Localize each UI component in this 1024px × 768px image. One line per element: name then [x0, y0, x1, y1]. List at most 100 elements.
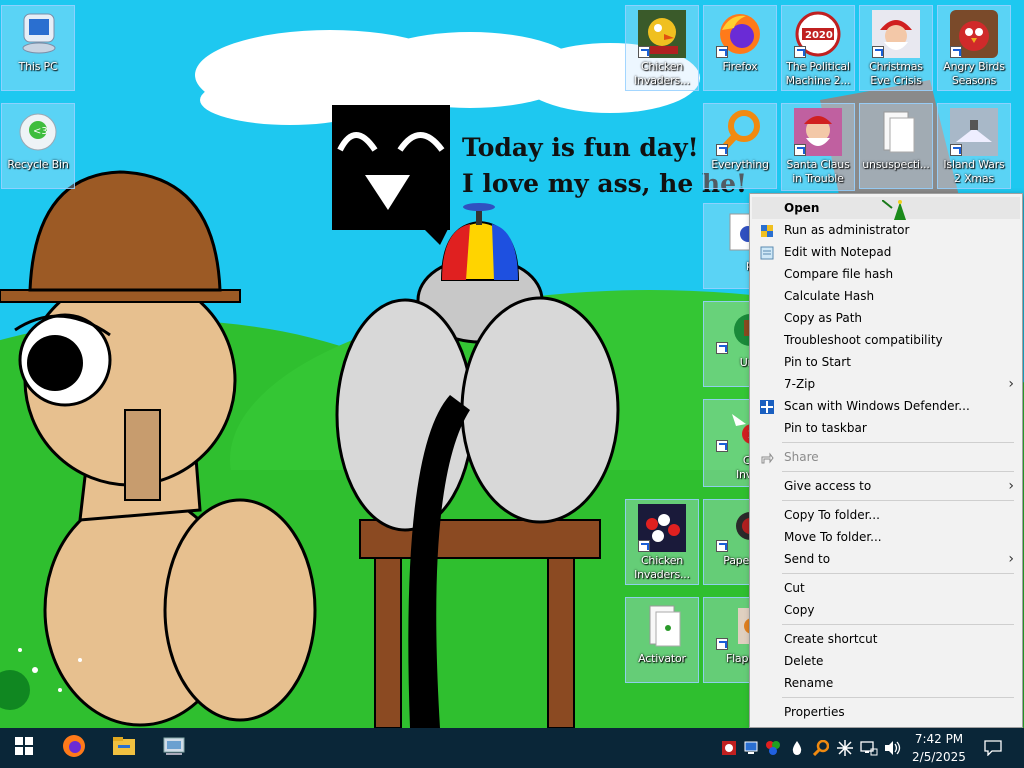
- shortcut-arrow-icon: [950, 144, 962, 156]
- desktop-icon-label: Angry Birds Seasons: [943, 60, 1005, 87]
- desktop-icon-island-wars[interactable]: Island Wars 2 Xmas: [937, 103, 1011, 189]
- shortcut-arrow-icon: [716, 638, 728, 650]
- desktop-icon-label: Christmas Eve Crisis: [869, 60, 923, 87]
- start-button[interactable]: [0, 728, 48, 768]
- desktop-icon-everything[interactable]: Everything: [703, 103, 777, 189]
- menu-item-label: Copy: [784, 603, 815, 617]
- submenu-arrow-icon: ›: [1008, 551, 1014, 567]
- submenu-arrow-icon: ›: [1008, 478, 1014, 494]
- menu-item-label: 7-Zip: [784, 377, 816, 391]
- menu-item-copy[interactable]: Copy: [752, 599, 1020, 621]
- search-tray-icon[interactable]: [812, 738, 830, 758]
- menu-item-cut[interactable]: Cut: [752, 577, 1020, 599]
- menu-item-pin-to-start[interactable]: Pin to Start: [752, 351, 1020, 373]
- menu-item-label: Open: [784, 201, 820, 215]
- menu-item-copy-as-path[interactable]: Copy as Path: [752, 307, 1020, 329]
- file-explorer-icon: [112, 735, 136, 761]
- volume-icon[interactable]: [884, 738, 902, 758]
- document-icon: [638, 602, 686, 650]
- menu-item-run-as-administrator[interactable]: Run as administrator: [752, 219, 1020, 241]
- colorful-tray-icon[interactable]: [764, 738, 782, 758]
- submenu-arrow-icon: ›: [1008, 376, 1014, 392]
- share-icon: [760, 450, 774, 464]
- menu-item-send-to[interactable]: Send to ›: [752, 548, 1020, 570]
- desktop-icon-firefox[interactable]: Firefox: [703, 5, 777, 91]
- menu-item-properties[interactable]: Properties: [752, 701, 1020, 723]
- shortcut-arrow-icon: [716, 342, 728, 354]
- menu-item-calculate-hash[interactable]: Calculate Hash: [752, 285, 1020, 307]
- desktop-icon-label: Santa Claus in Trouble: [786, 158, 850, 185]
- desktop-icon-label: The Political Machine 2...: [785, 60, 851, 87]
- menu-item-label: Share: [784, 450, 819, 464]
- island-wars-icon: [950, 108, 998, 156]
- menu-separator: [782, 442, 1014, 443]
- shortcut-arrow-icon: [716, 440, 728, 452]
- menu-item-label: Give access to: [784, 479, 872, 493]
- menu-item-label: Cut: [784, 581, 805, 595]
- menu-item-open[interactable]: Open: [752, 197, 1020, 220]
- menu-item-label: Pin to Start: [784, 355, 851, 369]
- desktop-icon-angry-birds[interactable]: Angry Birds Seasons: [937, 5, 1011, 91]
- menu-separator: [782, 573, 1014, 574]
- menu-separator: [782, 471, 1014, 472]
- start-icon: [15, 737, 33, 759]
- menu-item-label: Move To folder...: [784, 530, 882, 544]
- menu-item-label: Send to: [784, 552, 831, 566]
- droplet-tray-icon[interactable]: [788, 738, 806, 758]
- menu-item-label: Pin to taskbar: [784, 421, 867, 435]
- menu-item-edit-with-notepad[interactable]: Edit with Notepad: [752, 241, 1020, 263]
- desktop-icon-recycle-bin[interactable]: <3 Recycle Bin: [1, 103, 75, 189]
- menu-item-rename[interactable]: Rename: [752, 672, 1020, 694]
- notification-icon[interactable]: [982, 738, 1004, 758]
- desktop-icon-unsuspecting[interactable]: unsuspecti...: [859, 103, 933, 189]
- menu-item-delete[interactable]: Delete: [752, 650, 1020, 672]
- desktop-icon-label: Chicken Invaders...: [634, 554, 690, 581]
- desktop-icon-christmas-eve-crisis[interactable]: Christmas Eve Crisis: [859, 5, 933, 91]
- chicken-invaders-pool-icon: [638, 504, 686, 552]
- defender-tray-icon[interactable]: [720, 738, 738, 758]
- context-menu: Open Run as administrator Edit with Note…: [749, 193, 1023, 728]
- menu-item-share[interactable]: Share: [752, 446, 1020, 468]
- menu-item-create-shortcut[interactable]: Create shortcut: [752, 628, 1020, 650]
- desktop-icon-label: Activator: [638, 652, 686, 665]
- taskbar-control-panel[interactable]: [150, 728, 198, 768]
- taskbar-firefox[interactable]: [50, 728, 98, 768]
- desktop-icon-activator[interactable]: Activator: [625, 597, 699, 683]
- shortcut-arrow-icon: [716, 46, 728, 58]
- menu-item-label: Troubleshoot compatibility: [784, 333, 943, 347]
- desktop-icon-this-pc[interactable]: This PC: [1, 5, 75, 91]
- shortcut-arrow-icon: [638, 540, 650, 552]
- desktop-icon-chicken-invaders-pool[interactable]: Chicken Invaders...: [625, 499, 699, 585]
- desktop-icon-political-machine[interactable]: 2020 The Political Machine 2...: [781, 5, 855, 91]
- monitor-tray-icon[interactable]: [742, 738, 760, 758]
- menu-item-label: Properties: [784, 705, 845, 719]
- desktop-icon-santa-claus-in-trouble[interactable]: Santa Claus in Trouble: [781, 103, 855, 191]
- notepad-icon: [760, 245, 774, 260]
- desktop-icon-label: Firefox: [722, 60, 758, 73]
- santa-icon: [872, 10, 920, 58]
- menu-item-give-access-to[interactable]: Give access to ›: [752, 475, 1020, 497]
- menu-item-pin-to-taskbar[interactable]: Pin to taskbar: [752, 417, 1020, 439]
- svg-text:2020: 2020: [805, 30, 833, 41]
- menu-item-move-to-folder[interactable]: Move To folder...: [752, 526, 1020, 548]
- menu-item-scan-with-windows-defender[interactable]: Scan with Windows Defender...: [752, 395, 1020, 417]
- shortcut-arrow-icon: [716, 144, 728, 156]
- desktop-icon-chicken-invaders[interactable]: Chicken Invaders...: [625, 5, 699, 91]
- snowflake-tray-icon[interactable]: [836, 738, 854, 758]
- menu-item-7zip[interactable]: 7-Zip ›: [752, 373, 1020, 395]
- menu-item-compare-file-hash[interactable]: Compare file hash: [752, 263, 1020, 285]
- menu-item-label: Copy as Path: [784, 311, 863, 325]
- desktop-icon-label: Everything: [711, 158, 769, 171]
- network-icon[interactable]: [860, 738, 878, 758]
- menu-item-copy-to-folder[interactable]: Copy To folder...: [752, 504, 1020, 526]
- taskbar: 7:42 PM 2/5/2025: [0, 728, 1024, 768]
- chicken-invaders-icon: [638, 10, 686, 58]
- menu-item-troubleshoot-compatibility[interactable]: Troubleshoot compatibility: [752, 329, 1020, 351]
- christmas-tree-cursor-icon: [881, 199, 906, 220]
- taskbar-clock[interactable]: 7:42 PM 2/5/2025: [910, 730, 968, 766]
- taskbar-file-explorer[interactable]: [100, 728, 148, 768]
- menu-item-label: Rename: [784, 676, 834, 690]
- political-machine-icon: 2020: [794, 10, 842, 58]
- clock-time: 7:42 PM: [914, 732, 964, 746]
- clock-date: 2/5/2025: [912, 750, 966, 764]
